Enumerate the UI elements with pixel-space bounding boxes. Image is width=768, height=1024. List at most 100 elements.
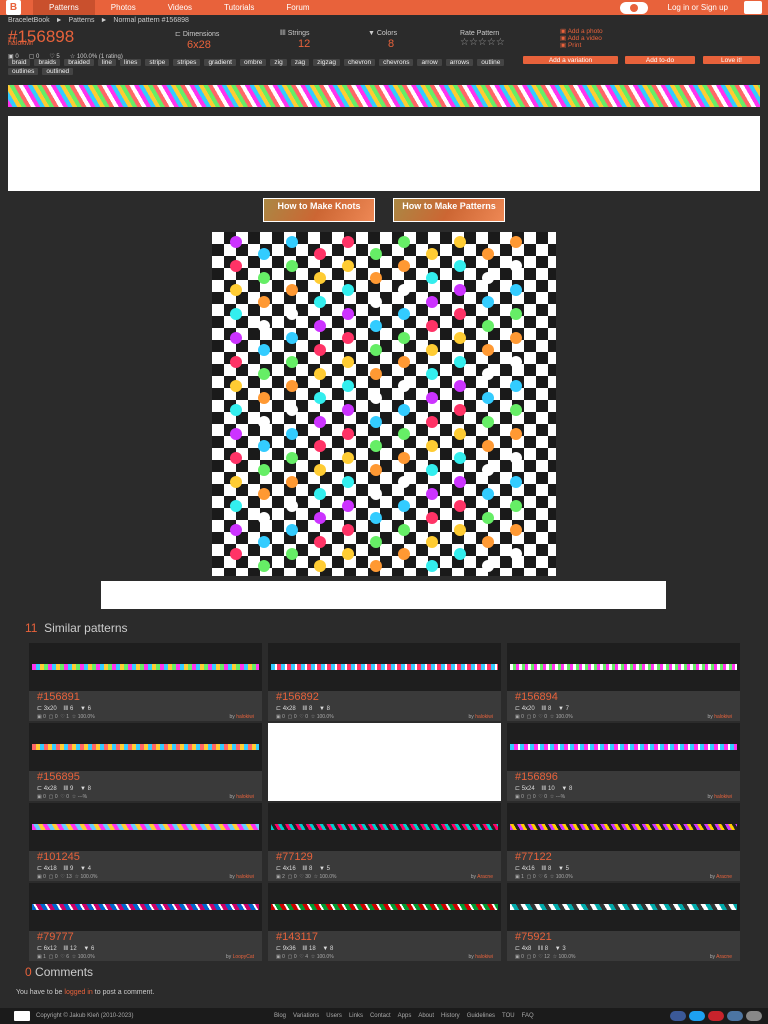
crumb-patterns[interactable]: Patterns: [68, 17, 94, 24]
nav-videos[interactable]: Videos: [152, 0, 208, 15]
footer-link[interactable]: Blog: [274, 1013, 286, 1019]
tag[interactable]: zag: [290, 59, 310, 66]
footer-link[interactable]: Links: [349, 1013, 363, 1019]
footer-link[interactable]: Contact: [370, 1013, 391, 1019]
footer-link[interactable]: About: [418, 1013, 434, 1019]
vk-icon[interactable]: [727, 1011, 743, 1021]
footer-link[interactable]: TOU: [502, 1013, 515, 1019]
nav-photos[interactable]: Photos: [95, 0, 152, 15]
crumb-sep: ►: [100, 17, 108, 24]
similar-pattern-card[interactable]: #156891 ⊏ 3x20 ‖‖ 6 ▼ 6 ▣ 0 ▢ 0 ♡ 1 ☆ 10…: [29, 643, 262, 721]
card-id[interactable]: #75921: [515, 931, 552, 943]
add-variation-button[interactable]: Add a variation: [523, 56, 618, 64]
tag[interactable]: chevrons: [379, 59, 414, 66]
nav-tutorials[interactable]: Tutorials: [208, 0, 270, 15]
card-id[interactable]: #156892: [276, 691, 319, 703]
footer-link[interactable]: FAQ: [522, 1013, 534, 1019]
card-preview[interactable]: [32, 744, 259, 750]
nav-patterns[interactable]: Patterns: [33, 0, 95, 15]
card-id[interactable]: #101245: [37, 851, 80, 863]
footer-link[interactable]: History: [441, 1013, 460, 1019]
similar-pattern-card[interactable]: #79777 ⊏ 6x12 ‖‖ 12 ▼ 6 ▣ 1 ▢ 0 ♡ 6 ☆ 10…: [29, 883, 262, 961]
knot: [510, 428, 522, 440]
add-photo-link[interactable]: ▣ Add a photo: [560, 28, 603, 35]
menu-icon[interactable]: [744, 1, 762, 14]
login-link[interactable]: Log in or Sign up: [668, 3, 729, 12]
pinterest-icon[interactable]: [708, 1011, 724, 1021]
tag[interactable]: braid: [8, 59, 31, 66]
card-id[interactable]: #143117: [276, 931, 318, 943]
card-preview[interactable]: [271, 824, 498, 830]
tag[interactable]: arrows: [445, 59, 474, 66]
card-id[interactable]: #77122: [515, 851, 552, 863]
similar-pattern-card[interactable]: #75921 ⊏ 4x8 ‖‖ 8 ▼ 3 ▣ 0 ▢ 0 ♡ 12 ☆ 100…: [507, 883, 740, 961]
tag[interactable]: lines: [120, 59, 142, 66]
tag[interactable]: outlines: [8, 68, 39, 75]
card-id[interactable]: #156895: [37, 771, 80, 783]
user-icon[interactable]: [619, 1, 648, 14]
twitter-icon[interactable]: [689, 1011, 705, 1021]
similar-pattern-card[interactable]: #156894 ⊏ 4x20 ‖‖ 8 ▼ 7 ▣ 0 ▢ 0 ♡ 0 ☆ 10…: [507, 643, 740, 721]
facebook-icon[interactable]: [670, 1011, 686, 1021]
tag[interactable]: braided: [64, 59, 94, 66]
tag[interactable]: braids: [34, 59, 61, 66]
card-id[interactable]: #156894: [515, 691, 558, 703]
colors-label: ▼ Colors: [368, 30, 398, 37]
knot: [426, 512, 438, 524]
ad-banner[interactable]: [8, 116, 760, 191]
ad-card[interactable]: [268, 723, 501, 801]
footer-link[interactable]: Variations: [293, 1013, 319, 1019]
tag[interactable]: outline: [477, 59, 505, 66]
card-preview[interactable]: [510, 824, 737, 830]
card-preview[interactable]: [271, 664, 498, 670]
print-link[interactable]: ▣ Print: [560, 42, 603, 49]
tag[interactable]: zigzag: [313, 59, 340, 66]
card-id[interactable]: #156896: [515, 771, 558, 783]
card-preview[interactable]: [510, 664, 737, 670]
tag[interactable]: ombre: [239, 59, 267, 66]
tag[interactable]: stripes: [173, 59, 201, 66]
card-id[interactable]: #156891: [37, 691, 80, 703]
how-to-patterns-banner[interactable]: How to Make Patterns: [393, 198, 505, 222]
card-preview[interactable]: [32, 904, 259, 910]
rating-stars[interactable]: ☆☆☆☆☆: [460, 37, 505, 48]
similar-pattern-card[interactable]: #77122 ⊏ 4x16 ‖‖ 8 ▼ 5 ▣ 1 ▢ 0 ♡ 6 ☆ 100…: [507, 803, 740, 881]
card-preview[interactable]: [510, 744, 737, 750]
knot: [230, 548, 242, 560]
pattern-author[interactable]: halokiwi: [8, 40, 33, 47]
add-todo-button[interactable]: Add to-do: [625, 56, 695, 64]
similar-pattern-card[interactable]: #156892 ⊏ 4x28 ‖‖ 8 ▼ 8 ▣ 0 ▢ 0 ♡ 0 ☆ 10…: [268, 643, 501, 721]
footer-link[interactable]: Apps: [398, 1013, 412, 1019]
how-to-knots-banner[interactable]: How to Make Knots: [263, 198, 375, 222]
login-area[interactable]: Log in or Sign up: [619, 0, 729, 15]
similar-pattern-card[interactable]: #156896 ⊏ 5x24 ‖‖ 10 ▼ 8 ▣ 0 ▢ 0 ♡ 0 ☆ -…: [507, 723, 740, 801]
tag[interactable]: zig: [270, 59, 287, 66]
love-button[interactable]: Love it!: [703, 56, 760, 64]
add-video-link[interactable]: ▣ Add a video: [560, 35, 603, 42]
card-id[interactable]: #79777: [37, 931, 74, 943]
tag[interactable]: outlined: [42, 68, 74, 75]
similar-pattern-card[interactable]: #101245 ⊏ 4x18 ‖‖ 9 ▼ 4 ▣ 0 ▢ 0 ♡ 13 ☆ 1…: [29, 803, 262, 881]
tag[interactable]: arrow: [417, 59, 442, 66]
similar-pattern-card[interactable]: #77129 ⊏ 4x16 ‖‖ 8 ▼ 5 ▣ 2 ▢ 0 ♡ 30 ☆ 10…: [268, 803, 501, 881]
crumb-home[interactable]: BraceletBook: [8, 17, 50, 24]
card-preview[interactable]: [271, 904, 498, 910]
login-link[interactable]: logged in: [64, 989, 92, 996]
similar-pattern-card[interactable]: #156895 ⊏ 4x28 ‖‖ 9 ▼ 8 ▣ 0 ▢ 0 ♡ 0 ☆ --…: [29, 723, 262, 801]
tag[interactable]: line: [97, 59, 116, 66]
more-icon[interactable]: [746, 1011, 762, 1021]
tag[interactable]: chevron: [343, 59, 376, 66]
site-logo[interactable]: B: [6, 0, 21, 15]
card-preview[interactable]: [32, 664, 259, 670]
tag[interactable]: gradient: [204, 59, 236, 66]
card-preview[interactable]: [510, 904, 737, 910]
tag[interactable]: stripe: [145, 59, 170, 66]
footer-link[interactable]: Guidelines: [467, 1013, 495, 1019]
footer-logo[interactable]: [14, 1011, 30, 1021]
similar-pattern-card[interactable]: #143117 ⊏ 9x36 ‖‖ 18 ▼ 8 ▣ 0 ▢ 0 ♡ 4 ☆ 1…: [268, 883, 501, 961]
card-preview[interactable]: [32, 824, 259, 830]
ad-banner-bottom[interactable]: [101, 581, 666, 609]
card-id[interactable]: #77129: [276, 851, 313, 863]
footer-link[interactable]: Users: [326, 1013, 342, 1019]
nav-forum[interactable]: Forum: [270, 0, 325, 15]
